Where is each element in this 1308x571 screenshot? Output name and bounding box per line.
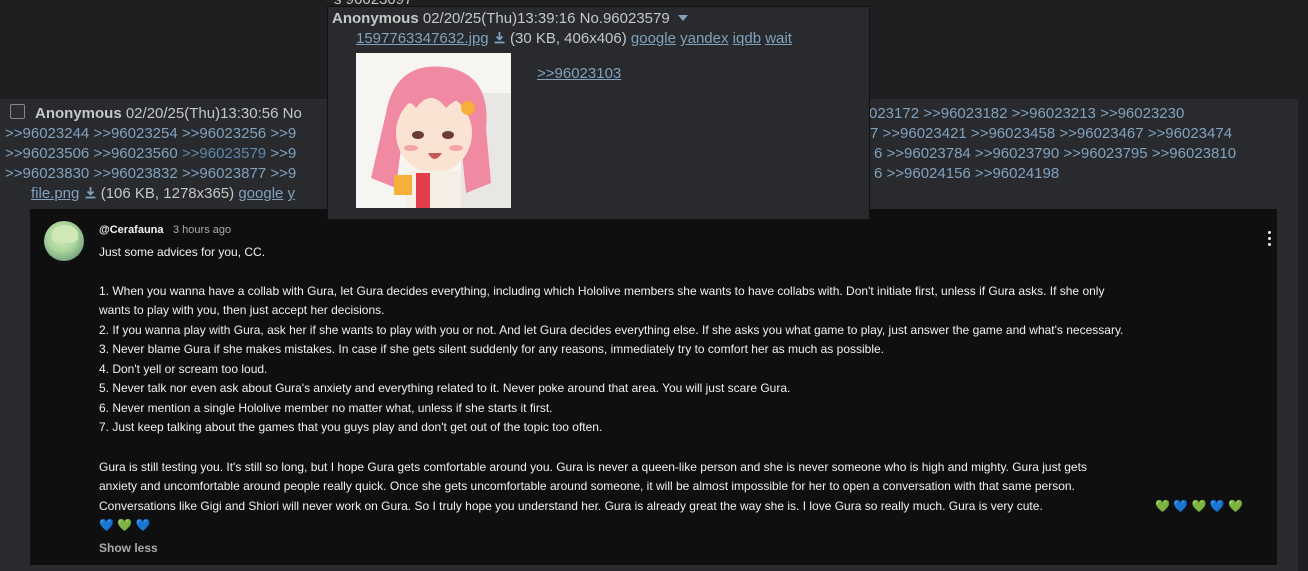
backlink[interactable]: >>9 xyxy=(270,125,296,142)
anime-girl-thumbnail[interactable] xyxy=(356,53,511,208)
comment-line: 2. If you wanna play with Gura, ask her … xyxy=(99,323,1124,337)
chevron-down-icon[interactable] xyxy=(677,15,688,21)
backlink[interactable]: >>96023244 xyxy=(5,125,89,142)
backlink[interactable]: >>96023256 xyxy=(182,125,266,142)
file-meta: (106 KB, 1278x365) xyxy=(100,185,235,202)
comment-line: 4. Don't yell or scream too loud. xyxy=(99,362,268,376)
post-datetime: 02/20/25(Thu)13:39:16 No.96023579 xyxy=(422,10,670,27)
download-icon[interactable] xyxy=(84,186,97,199)
wait-search-link[interactable]: wait xyxy=(765,30,792,47)
comment-line: anxiety and uncomfortable around people … xyxy=(99,479,1075,493)
post-select-checkbox[interactable] xyxy=(10,104,25,119)
backlink[interactable]: >>9 xyxy=(270,145,296,162)
google-search-link[interactable]: google xyxy=(238,185,283,202)
backlink[interactable]: >>96023832 xyxy=(93,165,177,182)
file-meta: (30 KB, 406x406) xyxy=(509,30,627,47)
show-less-button[interactable]: Show less xyxy=(99,541,158,555)
comment-line: Just some advices for you, CC. xyxy=(99,245,266,259)
backlinks-header-tail: 023172 >>96023182 >>96023213 >>96023230 xyxy=(869,104,1184,124)
comment-line: wants to play with you, then just accept… xyxy=(99,303,385,317)
file-link[interactable]: 1597763347632.jpg xyxy=(356,30,489,47)
comment-line: 7. Just keep talking about the games tha… xyxy=(99,420,603,434)
comment-line: Gura is still testing you. It's still so… xyxy=(99,460,1087,474)
backlinks-row-tail: 6 >>96023784 >>96023790 >>96023795 >>960… xyxy=(874,144,1236,164)
reply-post-header: Anonymous 02/20/25(Thu)13:30:56 No xyxy=(35,104,302,124)
backlinks-tail-text[interactable]: 7 >>96023421 >>96023458 >>96023467 >>960… xyxy=(870,125,1232,142)
post-datetime: 02/20/25(Thu)13:30:56 No xyxy=(125,105,302,122)
backlinks-tail-text[interactable]: 6 >>96024156 >>96024198 xyxy=(874,165,1059,182)
file-link[interactable]: file.png xyxy=(31,185,79,202)
google-search-link[interactable]: google xyxy=(631,30,676,47)
comment-timestamp: 3 hours ago xyxy=(173,224,232,236)
backlinks-row-tail: 6 >>96024156 >>96024198 xyxy=(874,164,1059,184)
quote-link[interactable]: >>96023103 xyxy=(537,65,621,82)
backlink[interactable]: >>9 xyxy=(270,165,296,182)
backlink[interactable]: >>96023560 xyxy=(93,145,177,162)
youtube-comment-screenshot: @Cerafauna 3 hours ago Just some advices… xyxy=(30,209,1277,565)
backlinks-row: >>96023830 >>96023832 >>96023877 >>9 xyxy=(5,164,296,184)
popup-file-info: 1597763347632.jpg (30 KB, 406x406) googl… xyxy=(356,29,792,49)
yandex-search-link[interactable]: yandex xyxy=(680,30,728,47)
comment-line: 5. Never talk nor even ask about Gura's … xyxy=(99,381,791,395)
poster-name: Anonymous xyxy=(35,105,122,122)
heart-emoji-row: 💙 💚 💙 xyxy=(99,518,151,532)
quote-preview-popup: Anonymous 02/20/25(Thu)13:39:16 No.96023… xyxy=(327,6,870,220)
poster-name: Anonymous xyxy=(332,10,419,27)
comment-line: 3. Never blame Gura if she makes mistake… xyxy=(99,342,885,356)
backlinks-row: >>96023244 >>96023254 >>96023256 >>9 xyxy=(5,124,296,144)
backlink[interactable]: >>96023506 xyxy=(5,145,89,162)
backlink-active[interactable]: >>96023579 xyxy=(182,145,266,162)
popup-post-header: Anonymous 02/20/25(Thu)13:39:16 No.96023… xyxy=(332,9,688,29)
download-icon[interactable] xyxy=(493,31,506,44)
comment-line: 6. Never mention a single Hololive membe… xyxy=(99,401,553,415)
backlink[interactable]: >>96023254 xyxy=(93,125,177,142)
heart-emoji-row: 💚 💙 💚 💙 💚 xyxy=(1155,499,1244,513)
backlinks-row: >>96023506 >>96023560 >>96023579 >>9 xyxy=(5,144,296,164)
comment-line: 1. When you wanna have a collab with Gur… xyxy=(99,284,1105,298)
backlink[interactable]: >>96023830 xyxy=(5,165,89,182)
backlinks-tail-text[interactable]: 6 >>96023784 >>96023790 >>96023795 >>960… xyxy=(874,145,1236,162)
backlink[interactable]: >>96023877 xyxy=(182,165,266,182)
iqdb-search-link[interactable]: iqdb xyxy=(733,30,761,47)
backlinks-row-tail: 7 >>96023421 >>96023458 >>96023467 >>960… xyxy=(870,124,1232,144)
comment-author: @Cerafauna xyxy=(99,224,164,236)
yandex-search-link[interactable]: y xyxy=(288,185,296,202)
quote-link-text[interactable]: >>96023103 xyxy=(537,65,621,82)
avatar xyxy=(44,221,84,261)
more-options-icon xyxy=(1268,231,1272,247)
file-info-line: file.png (106 KB, 1278x365) google y xyxy=(31,184,295,204)
comment-line: Conversations like Gigi and Shiori will … xyxy=(99,499,1043,513)
backlinks-header-tail-text[interactable]: 023172 >>96023182 >>96023213 >>96023230 xyxy=(869,105,1184,122)
